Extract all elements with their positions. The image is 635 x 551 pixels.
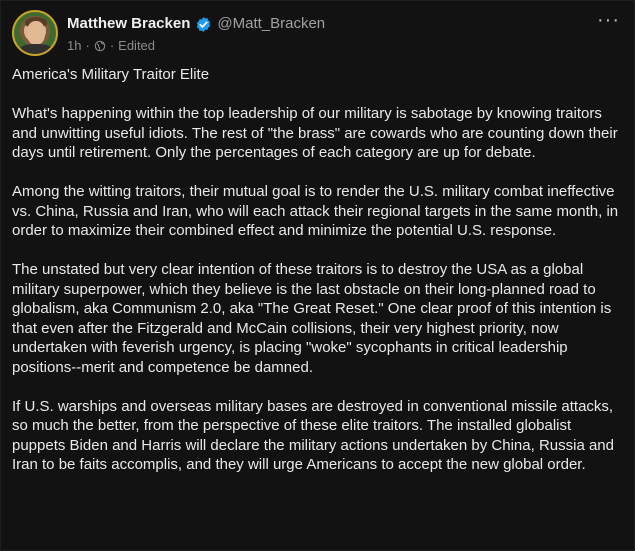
verified-badge-icon <box>195 16 212 33</box>
author-handle[interactable]: @Matt_Bracken <box>217 15 325 33</box>
post-paragraph: The unstated but very clear intention of… <box>12 261 612 376</box>
post-time[interactable]: 1h <box>67 38 81 54</box>
post-paragraph: Among the witting traitors, their mutual… <box>12 183 619 239</box>
avatar-shirt <box>18 44 54 54</box>
post-header: Matthew Bracken @Matt_Bracken <box>67 15 325 33</box>
meta-separator: · <box>85 38 90 53</box>
post-paragraph: If U.S. warships and overseas military b… <box>12 397 614 474</box>
post-meta: 1h · · Edited <box>67 38 155 54</box>
post-paragraph: What's happening within the top leadersh… <box>12 105 618 161</box>
post-body: America's Military Traitor Elite What's … <box>12 65 624 494</box>
globe-icon <box>94 40 106 52</box>
meta-separator: · <box>109 38 115 53</box>
post-card: Matthew Bracken @Matt_Bracken 1h · · Edi… <box>0 0 635 551</box>
edited-label[interactable]: Edited <box>118 38 155 54</box>
post-title: America's Military Traitor Elite <box>12 66 210 83</box>
avatar-face <box>27 21 45 45</box>
avatar[interactable] <box>12 10 58 56</box>
more-options-icon[interactable]: ··· <box>597 10 620 30</box>
author-name[interactable]: Matthew Bracken <box>67 15 190 33</box>
